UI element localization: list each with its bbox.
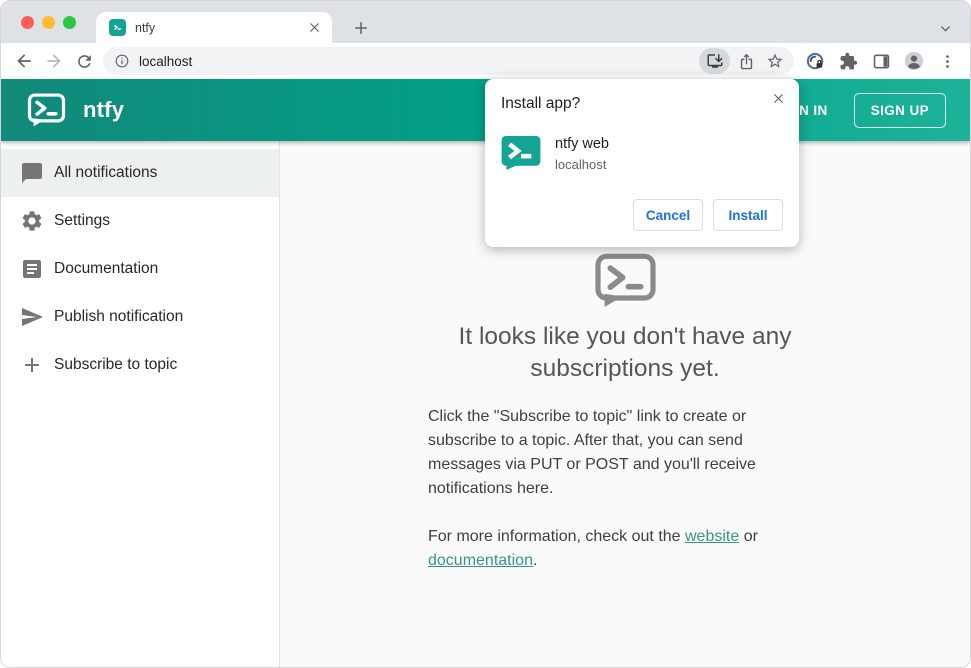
bookmark-star-icon[interactable]	[762, 48, 788, 74]
sidebar-item-publish-notification[interactable]: Publish notification	[1, 293, 279, 341]
password-manager-icon[interactable]	[802, 48, 828, 74]
empty-state-heading: It looks like you don't have any subscri…	[458, 323, 792, 382]
share-icon[interactable]	[733, 48, 759, 74]
sidebar-item-settings[interactable]: Settings	[1, 197, 279, 245]
sidebar-item-label: Publish notification	[54, 308, 184, 325]
tab-title: ntfy	[135, 20, 156, 35]
text-fragment: .	[532, 552, 538, 569]
ntfy-favicon-icon	[109, 19, 126, 36]
sidebar-item-label: All notifications	[54, 164, 158, 181]
forward-button[interactable]	[39, 46, 69, 76]
tab-search-chevron-icon[interactable]	[933, 16, 957, 40]
dialog-title: Install app?	[501, 95, 581, 112]
website-link[interactable]: website	[685, 528, 739, 545]
reload-button[interactable]	[69, 46, 99, 76]
text-fragment: For more information, check out the	[428, 528, 685, 545]
empty-state-paragraph: Click the "Subscribe to topic" link to c…	[428, 408, 756, 497]
text-fragment: or	[739, 528, 758, 545]
install-app-icon[interactable]	[699, 48, 730, 74]
macos-window-controls	[21, 16, 76, 29]
ntfy-logo-large-icon	[594, 253, 657, 308]
gear-icon	[20, 209, 44, 233]
side-panel-icon[interactable]	[868, 48, 894, 74]
site-info-icon[interactable]	[114, 53, 130, 69]
tab-strip: ntfy	[1, 1, 970, 43]
empty-state-description: Click the "Subscribe to topic" link to c…	[428, 405, 778, 573]
close-window-button[interactable]	[21, 16, 34, 29]
browser-window: ntfy localhost ntfy SIGN IN SIGN UP All …	[0, 0, 971, 668]
sidebar-item-label: Subscribe to topic	[54, 356, 178, 373]
send-icon	[20, 305, 44, 329]
browser-toolbar: localhost	[1, 43, 970, 79]
cancel-button[interactable]: Cancel	[633, 199, 703, 231]
article-icon	[20, 257, 44, 281]
plus-icon	[20, 353, 44, 377]
ntfy-logo-icon	[27, 93, 66, 127]
sidebar: All notifications Settings Documentation…	[1, 141, 280, 667]
brand-name: ntfy	[83, 97, 125, 122]
sidebar-item-documentation[interactable]: Documentation	[1, 245, 279, 293]
url-text[interactable]: localhost	[139, 54, 696, 69]
new-tab-button[interactable]	[348, 15, 374, 41]
install-app-dialog: Install app? ntfy web localhost Cancel I…	[485, 79, 799, 247]
profile-avatar-icon[interactable]	[901, 48, 927, 74]
documentation-link[interactable]: documentation	[428, 552, 533, 569]
sign-up-button[interactable]: SIGN UP	[853, 92, 946, 128]
empty-state-links-paragraph: For more information, check out the webs…	[428, 525, 778, 573]
dialog-app-name: ntfy web	[555, 136, 609, 152]
dialog-app-row: ntfy web localhost	[501, 135, 783, 172]
dialog-app-origin: localhost	[555, 157, 607, 172]
chat-bubble-icon	[20, 161, 44, 185]
dialog-close-icon[interactable]	[765, 85, 792, 112]
address-bar[interactable]: localhost	[103, 47, 794, 75]
fullscreen-window-button[interactable]	[63, 16, 76, 29]
tab-close-icon[interactable]	[304, 18, 324, 38]
ntfy-app-icon	[501, 135, 541, 171]
back-button[interactable]	[9, 46, 39, 76]
minimize-window-button[interactable]	[42, 16, 55, 29]
sidebar-item-all-notifications[interactable]: All notifications	[1, 149, 279, 197]
sidebar-item-label: Settings	[54, 212, 111, 229]
sidebar-item-subscribe-to-topic[interactable]: Subscribe to topic	[1, 341, 279, 389]
install-button[interactable]: Install	[713, 199, 783, 231]
toolbar-extensions-area	[802, 48, 962, 74]
extensions-puzzle-icon[interactable]	[835, 48, 861, 74]
browser-menu-dots-icon[interactable]	[934, 48, 960, 74]
sidebar-item-label: Documentation	[54, 260, 159, 277]
browser-tab[interactable]: ntfy	[96, 12, 332, 43]
